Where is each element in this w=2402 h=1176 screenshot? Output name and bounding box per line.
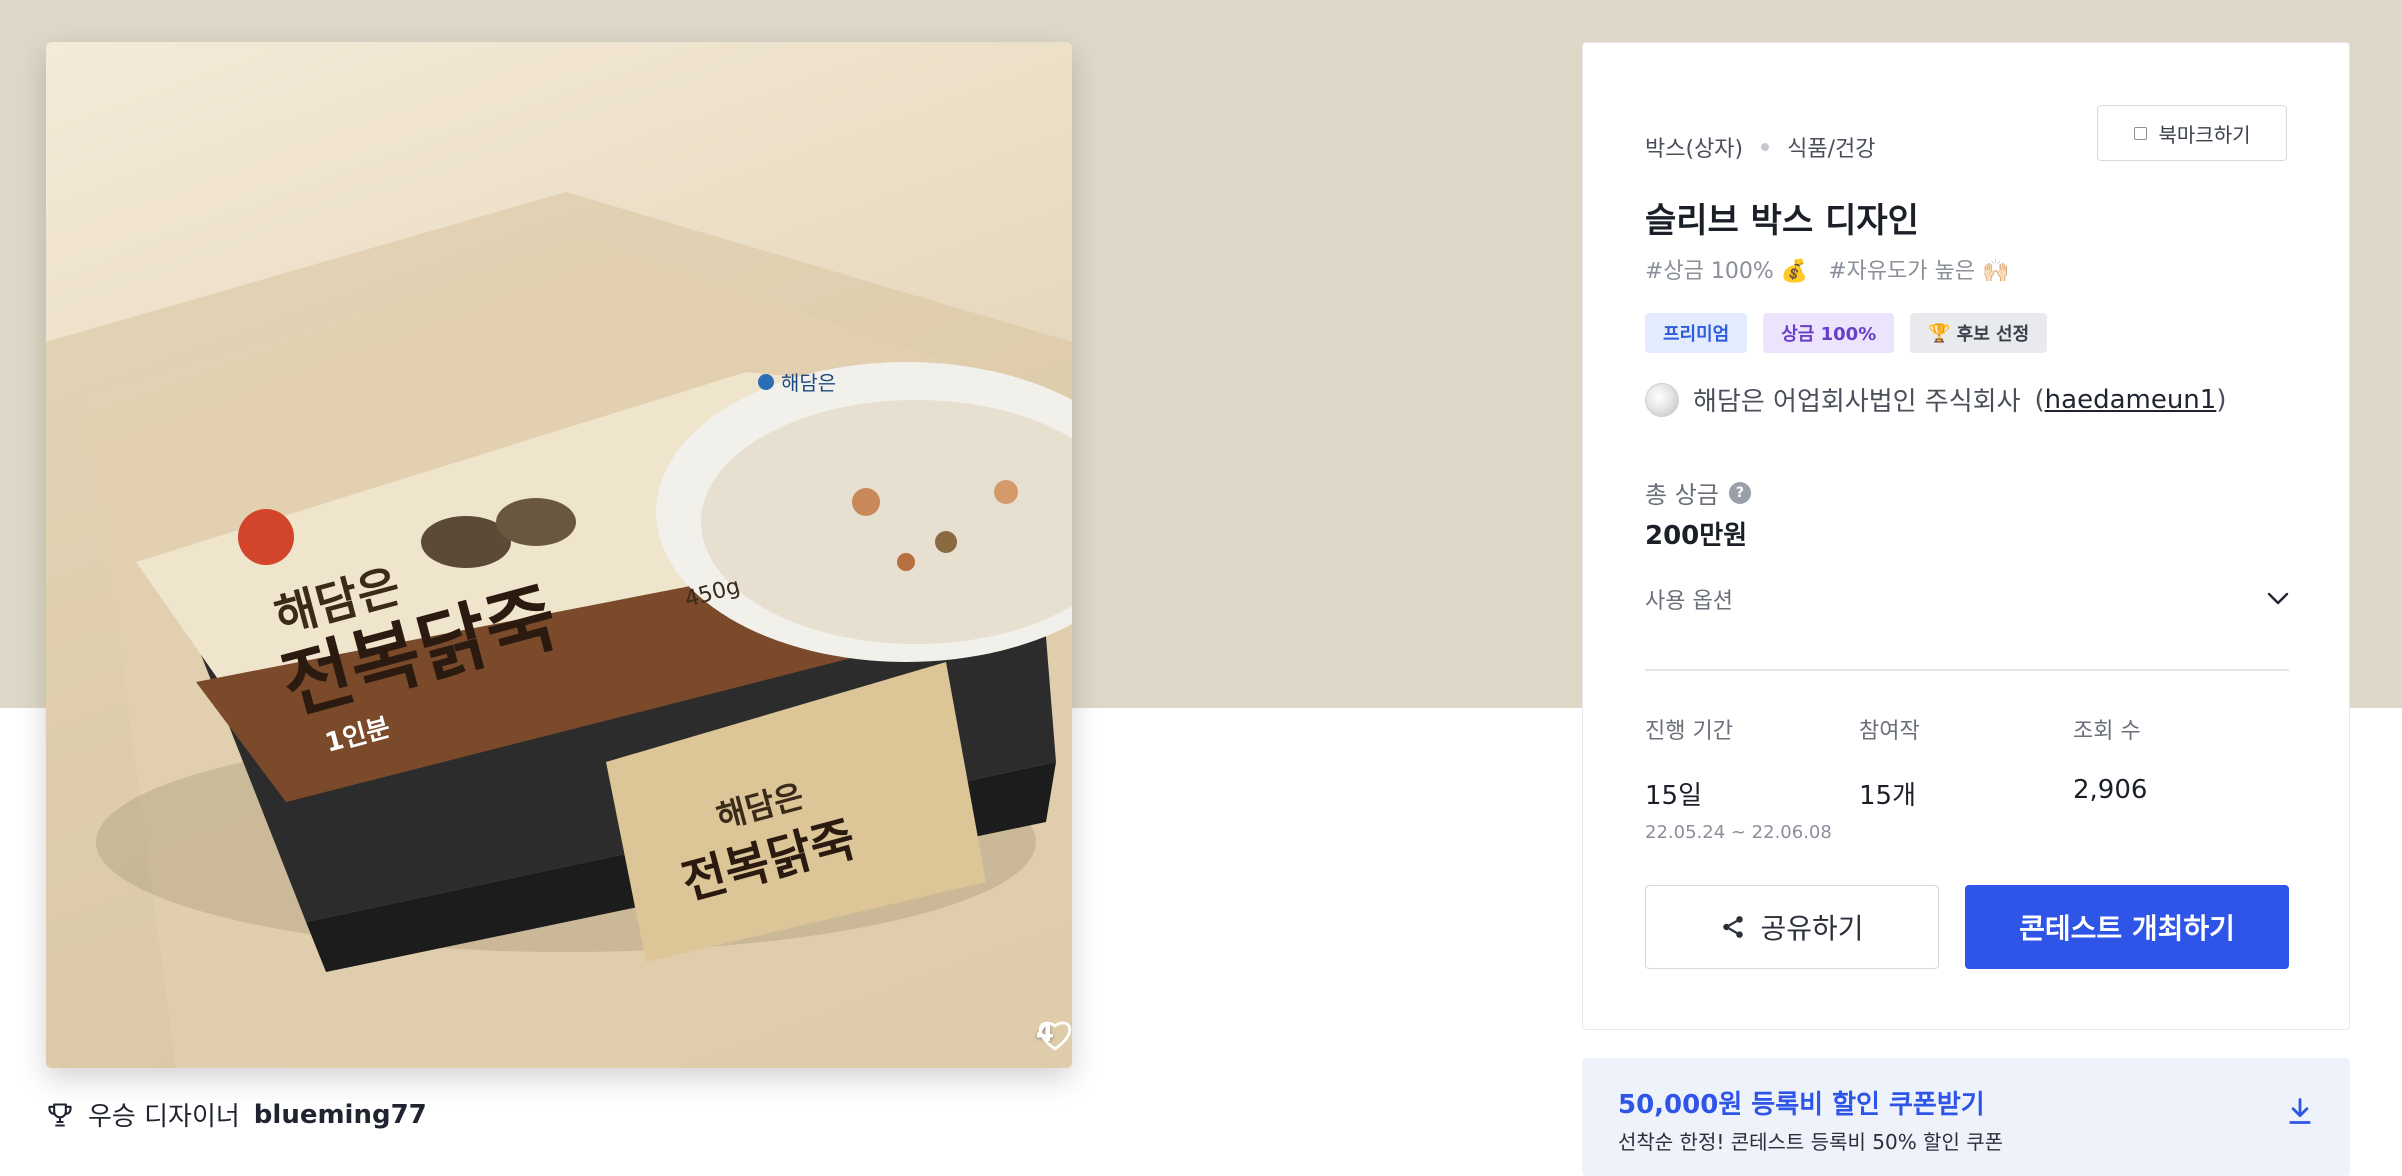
product-image[interactable]: 해담은 해담은 전복닭죽 450g 1인분 해담은 전복닭죽 4 bbox=[46, 42, 1072, 1068]
question-icon[interactable]: ? bbox=[1728, 481, 1751, 504]
bookmark-icon bbox=[2133, 126, 2147, 140]
contest-stats: 진행 기간 15일 22.05.24 ~ 22.06.08 참여작 15개 조회… bbox=[1645, 713, 2287, 843]
download-icon[interactable] bbox=[2286, 1096, 2314, 1126]
host-info: 해담은 어업회사법인 주식회사 (haedameun1) bbox=[1645, 381, 2226, 418]
total-prize-label: 총 상금 ? bbox=[1645, 475, 1751, 510]
prize-badge: 상금 100% bbox=[1763, 313, 1895, 353]
host-name: 해담은 어업회사법인 주식회사 bbox=[1693, 387, 2021, 417]
stat-views: 조회 수 2,906 bbox=[2073, 713, 2287, 843]
candidate-badge-label: 후보 선정 bbox=[1956, 324, 2030, 345]
hashtag[interactable]: #상금 100% 💰 bbox=[1645, 253, 1808, 285]
stat-views-label: 조회 수 bbox=[2073, 719, 2141, 744]
stat-views-value: 2,906 bbox=[2073, 775, 2148, 805]
bookmark-label: 북마크하기 bbox=[2158, 122, 2251, 147]
packaging-illustration: 해담은 해담은 전복닭죽 450g 1인분 해담은 전복닭죽 bbox=[46, 192, 1072, 1068]
host-id-close: ) bbox=[2216, 384, 2227, 415]
contest-info-panel: 박스(상자) 식품/건강 북마크하기 슬리브 박스 디자인 #상금 100% 💰… bbox=[1582, 42, 2350, 1030]
coupon-banner[interactable]: 50,000원 등록비 할인 쿠폰받기 선착순 한정! 콘테스트 등록비 50%… bbox=[1582, 1058, 2350, 1176]
share-label: 공유하기 bbox=[1760, 912, 1864, 945]
coupon-title: 50,000원 등록비 할인 쿠폰받기 bbox=[1618, 1090, 1985, 1120]
open-contest-button[interactable]: 콘테스트 개최하기 bbox=[1965, 885, 2289, 969]
total-prize-value: 200만원 bbox=[1645, 521, 1748, 551]
trophy-emoji-icon: 🏆 bbox=[1928, 322, 1951, 344]
breadcrumb-separator bbox=[1761, 143, 1770, 151]
avatar bbox=[1645, 382, 1679, 417]
prize-label-text: 총 상금 bbox=[1645, 481, 1719, 509]
winner-designer: 우승 디자이너 blueming77 bbox=[46, 1096, 427, 1133]
category-primary[interactable]: 박스(상자) bbox=[1645, 131, 1743, 163]
like-counter[interactable]: 4 bbox=[1036, 1018, 1072, 1051]
breadcrumb: 박스(상자) 식품/건강 bbox=[1645, 131, 1876, 163]
divider bbox=[1645, 669, 2289, 671]
contest-title: 슬리브 박스 디자인 bbox=[1645, 201, 1919, 241]
hashtag[interactable]: #자유도가 높은 🙌🏻 bbox=[1828, 253, 2009, 285]
candidate-badge: 🏆 후보 선정 bbox=[1910, 313, 2048, 353]
bookmark-button[interactable]: 북마크하기 bbox=[2097, 105, 2287, 161]
host-id-link[interactable]: haedameun1 bbox=[2045, 385, 2217, 415]
stat-entries: 참여작 15개 bbox=[1859, 713, 2073, 843]
share-icon bbox=[1723, 916, 1744, 938]
stat-entries-label: 참여작 bbox=[1859, 719, 1920, 744]
hashtag-list: #상금 100% 💰 #자유도가 높은 🙌🏻 bbox=[1645, 253, 2009, 285]
category-secondary[interactable]: 식품/건강 bbox=[1787, 131, 1875, 163]
heart-icon bbox=[1038, 1021, 1072, 1051]
share-button[interactable]: 공유하기 bbox=[1645, 885, 1939, 969]
host-id-open: ( bbox=[2034, 384, 2045, 415]
stat-period-value: 15일 bbox=[1645, 781, 1703, 811]
chevron-down-icon bbox=[2267, 592, 2289, 605]
stat-period-dates: 22.05.24 ~ 22.06.08 bbox=[1645, 822, 1832, 843]
brand-mark-text: 해담은 bbox=[781, 371, 836, 395]
badge-list: 프리미엄 상금 100% 🏆 후보 선정 bbox=[1645, 313, 2048, 353]
usage-options-toggle[interactable]: 사용 옵션 bbox=[1645, 583, 2289, 615]
winner-name[interactable]: blueming77 bbox=[254, 1100, 427, 1130]
stat-entries-value: 15개 bbox=[1859, 781, 1917, 811]
host-id-wrap: (haedameun1) bbox=[2035, 385, 2227, 415]
winner-label: 우승 디자이너 bbox=[88, 1102, 240, 1132]
stat-period-label: 진행 기간 bbox=[1645, 719, 1733, 744]
trophy-icon bbox=[48, 1102, 72, 1127]
stat-period: 진행 기간 15일 22.05.24 ~ 22.06.08 bbox=[1645, 713, 1859, 843]
usage-options-label: 사용 옵션 bbox=[1645, 589, 1733, 614]
premium-badge: 프리미엄 bbox=[1645, 313, 1748, 353]
coupon-subtitle: 선착순 한정! 콘테스트 등록비 50% 할인 쿠폰 bbox=[1618, 1130, 2004, 1154]
